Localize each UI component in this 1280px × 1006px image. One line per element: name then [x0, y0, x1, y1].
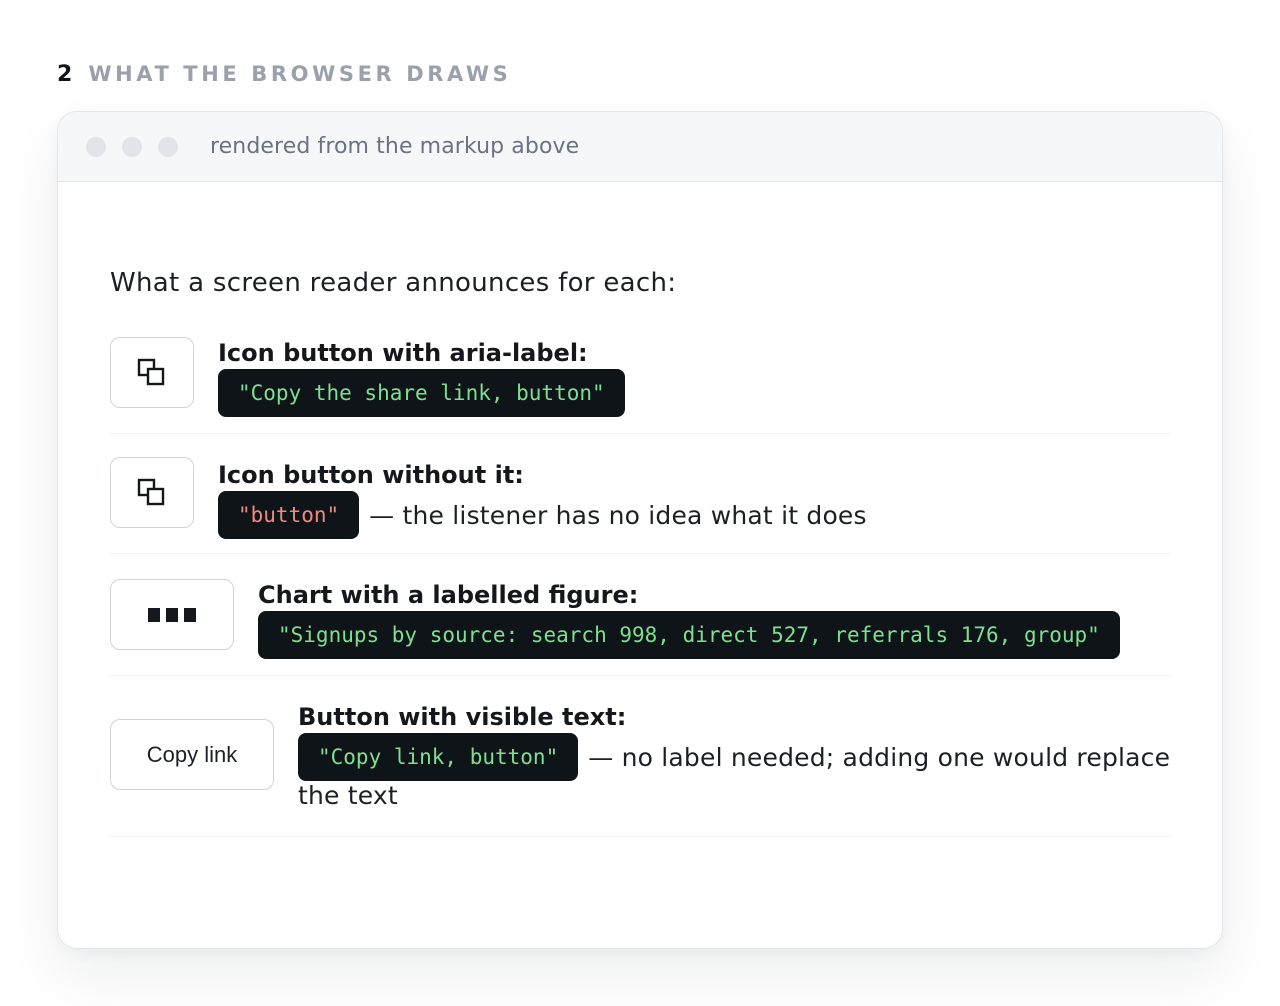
announcement-chip: "Copy the share link, button": [218, 369, 625, 417]
announcement-line: "Signups by source: search 998, direct 5…: [258, 611, 1120, 659]
row-text: Chart with a labelled figure: "Signups b…: [258, 581, 1120, 659]
window-dot-icon: [86, 137, 106, 157]
chart-bar: [148, 607, 160, 622]
row-label: Icon button without it:: [218, 461, 524, 489]
announcement-chip: "Signups by source: search 998, direct 5…: [258, 611, 1120, 659]
row-text: Button with visible text: "Copy link, bu…: [298, 703, 1171, 810]
bar-chart-icon: [148, 607, 196, 622]
example-row: Chart with a labelled figure: "Signups b…: [110, 579, 1170, 676]
chart-bar: [184, 607, 196, 622]
announcement-note-continued: the text: [298, 781, 398, 810]
copy-icon: [137, 358, 165, 385]
example-row: Icon button with aria-label: "Copy the s…: [110, 337, 1170, 434]
row-label: Chart with a labelled figure:: [258, 581, 639, 609]
row-text: Icon button without it: "button" — the l…: [218, 461, 867, 539]
announcement-chip: "button": [218, 491, 360, 539]
chart-preview: [110, 579, 234, 650]
window-caption: rendered from the markup above: [210, 134, 580, 159]
browser-window: rendered from the markup above What a sc…: [57, 111, 1223, 949]
copy-icon: [137, 478, 165, 505]
announcement-chip: "Copy link, button": [298, 733, 579, 781]
copy-link-button-label: Copy link: [146, 741, 238, 767]
row-label: Icon button with aria-label:: [218, 339, 588, 367]
window-titlebar: rendered from the markup above: [58, 112, 1222, 182]
section-heading: 2 WHAT THE BROWSER DRAWS: [57, 62, 511, 87]
announcement-note: — the listener has no idea what it does: [369, 500, 867, 530]
section-number: 2: [57, 62, 73, 87]
window-dot-icon: [122, 137, 142, 157]
chart-bar: [166, 607, 178, 622]
example-row: Copy link Button with visible text: "Cop…: [110, 703, 1170, 837]
example-row: Icon button without it: "button" — the l…: [110, 457, 1170, 554]
copy-link-button[interactable]: Copy link: [110, 719, 274, 790]
announcement-line: "Copy the share link, button": [218, 369, 625, 417]
copy-icon-button[interactable]: [110, 457, 194, 528]
row-label: Button with visible text:: [298, 703, 627, 731]
window-dot-icon: [158, 137, 178, 157]
announcement-line: "Copy link, button" — no label needed; a…: [298, 733, 1171, 781]
copy-icon-button[interactable]: [110, 337, 194, 408]
announcement-line: "button" — the listener has no idea what…: [218, 491, 867, 539]
announcement-note: — no label needed; adding one would repl…: [588, 742, 1171, 772]
intro-text: What a screen reader announces for each:: [110, 268, 677, 298]
section-title: WHAT THE BROWSER DRAWS: [88, 62, 512, 86]
row-text: Icon button with aria-label: "Copy the s…: [218, 339, 625, 417]
